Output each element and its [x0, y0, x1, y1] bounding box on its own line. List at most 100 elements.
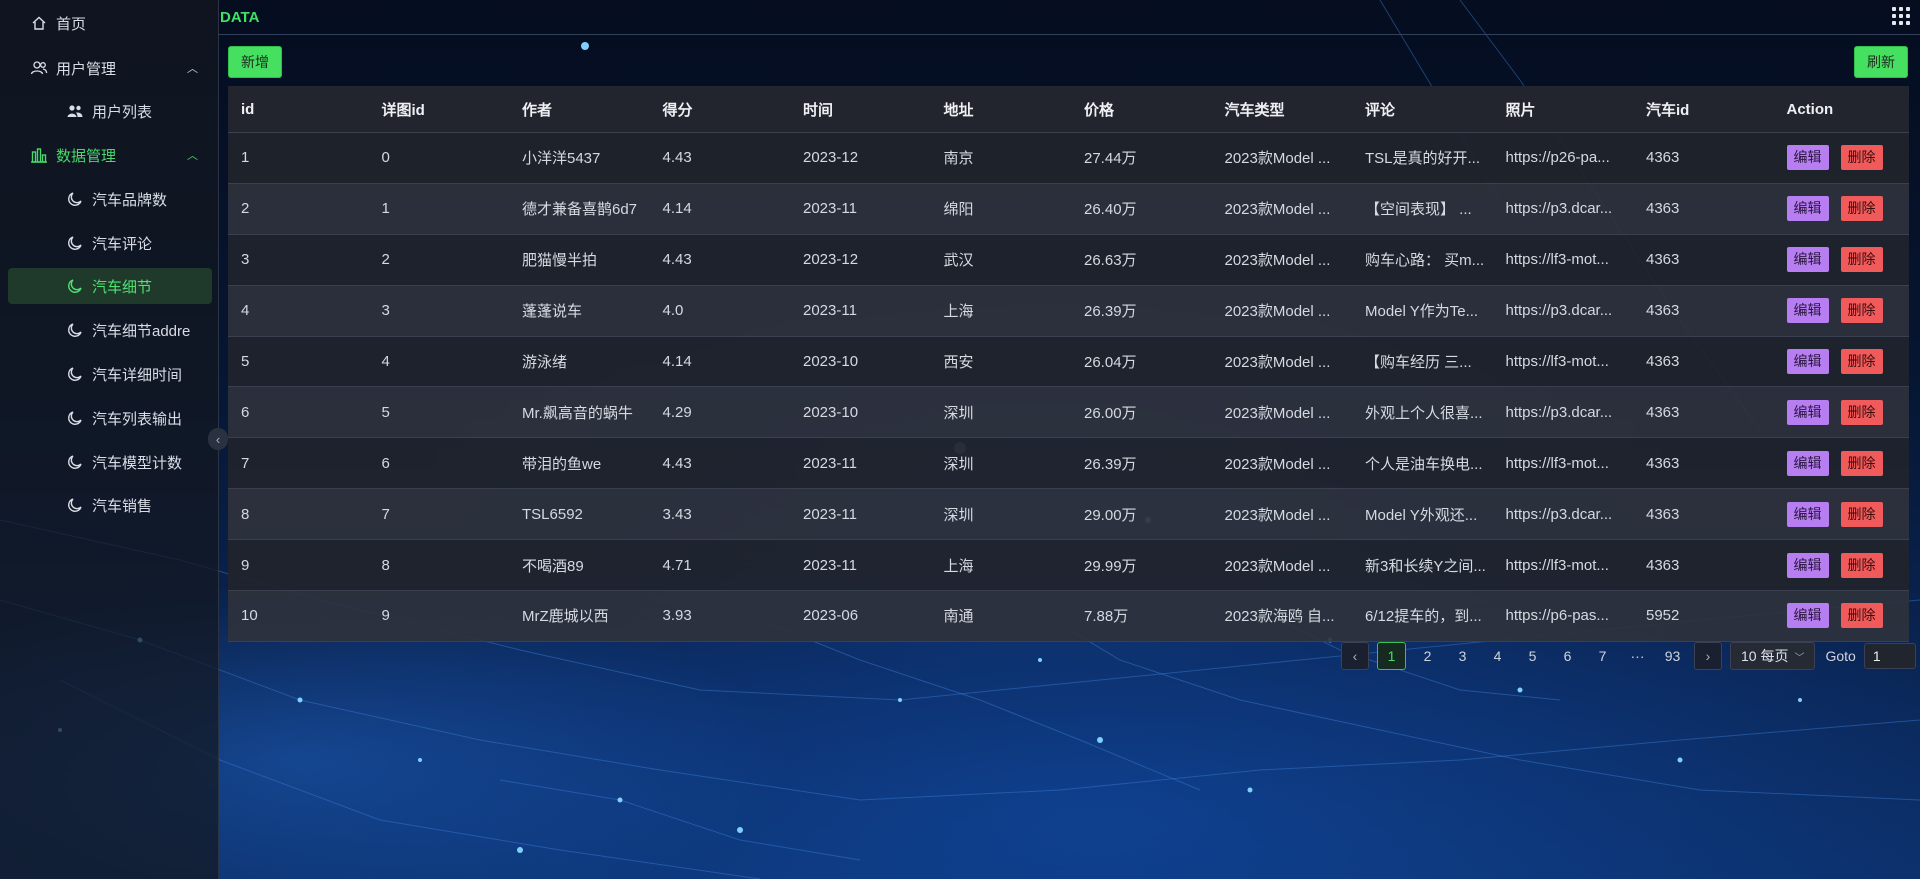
page-number[interactable]: 4: [1484, 643, 1511, 669]
table-cell: 德才兼备喜鹊6d7: [522, 201, 638, 219]
sidebar-item-car-brand-count[interactable]: 汽车品牌数: [8, 181, 212, 217]
goto-label: Goto: [1825, 648, 1856, 664]
table-cell: 2023款Model ...: [1224, 354, 1331, 371]
table-cell: 购车心路： 买m...: [1365, 252, 1485, 270]
edit-button[interactable]: 编辑: [1786, 399, 1829, 425]
add-button[interactable]: 新增: [228, 46, 282, 78]
table-row: 6 5 Mr.飙高音的蜗牛 4.29 2023-10 深圳 26.00万 2023款Model…: [228, 387, 1909, 439]
table-cell: 29.00万: [1084, 506, 1137, 524]
page-size-value: 10 每页: [1741, 648, 1789, 664]
edit-button[interactable]: 编辑: [1786, 196, 1829, 222]
moon-icon: [64, 409, 86, 427]
delete-button[interactable]: 删除: [1840, 450, 1883, 476]
delete-button[interactable]: 删除: [1840, 298, 1883, 324]
edit-button[interactable]: 编辑: [1786, 552, 1829, 578]
edit-button[interactable]: 编辑: [1786, 145, 1829, 171]
sidebar-item-car-model-count[interactable]: 汽车模型计数: [8, 444, 212, 480]
table-cell: 2023款Model ...: [1224, 455, 1331, 473]
page-number[interactable]: 2: [1414, 643, 1441, 669]
table-cell: 26.39万: [1084, 455, 1137, 473]
page-number[interactable]: 6: [1554, 643, 1581, 669]
column-header: 照片: [1505, 101, 1536, 119]
sidebar-item-car-detail-time[interactable]: 汽车详细时间: [8, 356, 212, 392]
sidebar-item-car-list-output[interactable]: 汽车列表输出: [8, 400, 212, 436]
delete-button[interactable]: 删除: [1840, 603, 1883, 629]
sidebar-item-car-detail-address[interactable]: 汽车细节addre: [8, 312, 212, 348]
delete-button[interactable]: 删除: [1840, 349, 1883, 374]
app-grid-icon[interactable]: [1892, 7, 1910, 25]
sidebar-item-car-sales[interactable]: 汽车销售: [8, 487, 212, 523]
refresh-button[interactable]: 刷新: [1854, 46, 1908, 78]
table-cell: 26.39万: [1084, 303, 1137, 321]
table-cell: 4.43: [662, 251, 692, 269]
moon-icon: [64, 277, 86, 295]
table-cell: https://p6-pas...: [1505, 607, 1609, 625]
table-cell: 6: [381, 454, 390, 472]
sidebar-item-user-list[interactable]: 用户列表: [8, 93, 212, 129]
edit-button[interactable]: 编辑: [1786, 603, 1829, 629]
table-cell: 2023款Model ...: [1224, 404, 1331, 422]
data-table: id 详图id 作者 得分 时间 地址 价格 汽车类型 评论 照片 汽车id Action 1 0 小洋洋…: [228, 86, 1909, 642]
moon-icon: [64, 234, 86, 252]
column-header: 价格: [1084, 101, 1115, 119]
delete-button[interactable]: 删除: [1840, 247, 1883, 273]
table-cell: 深圳: [943, 455, 974, 473]
sidebar-item-user-management[interactable]: 用户管理 ︿: [8, 50, 212, 86]
page-number[interactable]: 1: [1377, 642, 1406, 670]
page-number-list: 1 2 3 4 5 6 7 ··· 93: [1373, 642, 1690, 670]
table-cell: 4.71: [662, 556, 692, 574]
row-actions: 编辑 删除: [1774, 603, 1910, 629]
table-cell: 7: [241, 454, 250, 472]
edit-button[interactable]: 编辑: [1786, 450, 1829, 476]
collapse-sidebar-button[interactable]: ‹: [208, 428, 228, 450]
delete-button[interactable]: 删除: [1840, 552, 1883, 578]
edit-button[interactable]: 编辑: [1786, 298, 1829, 324]
table-cell: 个人是油车换电...: [1365, 455, 1483, 473]
table-cell: https://p26-pa...: [1505, 149, 1610, 167]
table-cell: 5952: [1646, 607, 1680, 625]
table-cell: 4363: [1646, 149, 1680, 167]
table-cell: 4: [381, 353, 390, 370]
table-cell: 4363: [1646, 353, 1680, 370]
table-cell: 新3和长续Y之间...: [1365, 557, 1486, 575]
delete-button[interactable]: 删除: [1840, 196, 1883, 222]
page-number[interactable]: 3: [1449, 643, 1476, 669]
delete-button[interactable]: 删除: [1840, 145, 1883, 171]
next-page-button[interactable]: ›: [1694, 642, 1722, 670]
delete-button[interactable]: 删除: [1840, 501, 1883, 527]
page-ellipsis[interactable]: ···: [1624, 643, 1651, 669]
column-header: 汽车id: [1646, 101, 1690, 119]
page-number[interactable]: 7: [1589, 643, 1616, 669]
table-cell: 4.14: [662, 200, 692, 218]
sidebar-item-car-details[interactable]: 汽车细节: [8, 268, 212, 304]
page-number[interactable]: 5: [1519, 643, 1546, 669]
table-cell: 26.63万: [1084, 252, 1137, 270]
sidebar-item-data-management[interactable]: 数据管理 ︿: [8, 137, 212, 173]
table-cell: 2023-11: [803, 454, 857, 472]
table-cell: 2023款Model ...: [1224, 303, 1331, 321]
goto-input[interactable]: [1863, 643, 1916, 669]
page-size-select[interactable]: 10 每页 ﹀: [1730, 642, 1816, 670]
table-cell: 2023款Model ...: [1224, 150, 1331, 168]
table-cell: 4: [241, 302, 250, 320]
page-number[interactable]: 93: [1659, 643, 1686, 669]
table-cell: 上海: [943, 557, 974, 575]
column-header: 作者: [522, 101, 553, 119]
delete-button[interactable]: 删除: [1840, 399, 1883, 425]
bar-chart-icon: [28, 146, 50, 164]
edit-button[interactable]: 编辑: [1786, 349, 1829, 374]
table-row: 5 4 游泳绪 4.14 2023-10 西安 26.04万 2023款Model ... 【购…: [228, 336, 1909, 388]
table-cell: 4363: [1646, 505, 1680, 523]
table-cell: https://p3.dcar...: [1505, 505, 1613, 523]
sidebar-item-car-comments[interactable]: 汽车评论: [8, 225, 212, 261]
edit-button[interactable]: 编辑: [1786, 247, 1829, 273]
sidebar-item-home[interactable]: 首页: [8, 5, 212, 41]
prev-page-button[interactable]: ‹: [1341, 642, 1369, 670]
table-row: 3 2 肥猫慢半拍 4.43 2023-12 武汉 26.63万 2023款Model ...…: [228, 234, 1909, 286]
edit-button[interactable]: 编辑: [1786, 501, 1829, 527]
table-cell: 5: [241, 353, 250, 370]
table-cell: https://lf3-mot...: [1505, 454, 1609, 472]
table-cell: 3: [381, 302, 390, 320]
table-cell: 27.44万: [1084, 150, 1137, 168]
table-cell: 深圳: [943, 506, 974, 524]
